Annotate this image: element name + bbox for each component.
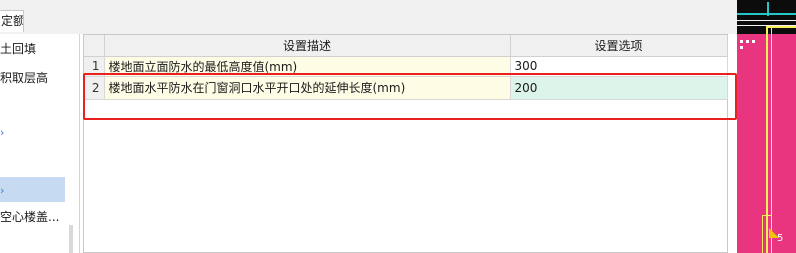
row-index: 2 [84, 76, 105, 100]
cad-dot [740, 46, 743, 49]
header-option: 设置选项 [510, 35, 728, 57]
cad-dot [746, 40, 749, 43]
cad-dot [752, 40, 755, 43]
sidebar-scrollbar[interactable] [69, 225, 73, 253]
row-description: 楼地面水平防水在门窗洞口水平开口处的延伸长度(mm) [104, 76, 511, 100]
tab-quota[interactable]: 定额 [0, 10, 24, 32]
table-row[interactable]: 1 楼地面立面防水的最低高度值(mm) 300 [84, 56, 728, 77]
cad-canvas[interactable]: 5 [737, 0, 796, 253]
sidebar-item-selected[interactable] [0, 177, 65, 202]
cad-yellow-line [762, 215, 772, 216]
row-option-value[interactable]: 300 [510, 56, 728, 77]
sidebar: 土回填 积取层高 › › 空心楼盖... [0, 34, 80, 253]
cad-yellow-line [771, 26, 772, 253]
cad-yellow-line [762, 215, 763, 253]
sidebar-marker-icon: › [0, 126, 5, 139]
cad-yellow-line [766, 26, 768, 253]
sidebar-item-backfill[interactable]: 土回填 [0, 38, 36, 60]
settings-table: 设置描述 设置选项 1 楼地面立面防水的最低高度值(mm) 300 2 楼地面水… [84, 35, 728, 100]
row-option-value[interactable]: 200 [510, 76, 728, 100]
table-row[interactable]: 2 楼地面水平防水在门窗洞口水平开口处的延伸长度(mm) 200 [84, 76, 728, 100]
header-index [84, 35, 105, 57]
row-index: 1 [84, 56, 105, 77]
sidebar-item-hollow-floor[interactable]: 空心楼盖... [0, 206, 59, 228]
cad-white-line [737, 20, 796, 21]
header-description: 设置描述 [104, 35, 511, 57]
tab-strip: 定额 [0, 0, 737, 34]
table-header-row: 设置描述 设置选项 [84, 35, 728, 57]
sidebar-marker-icon: › [0, 184, 5, 197]
cad-dimension-text: 5 [777, 233, 784, 244]
sidebar-item-floor-height[interactable]: 积取层高 [0, 67, 48, 89]
cad-teal-line [767, 2, 769, 16]
settings-grid: 设置描述 设置选项 1 楼地面立面防水的最低高度值(mm) 300 2 楼地面水… [83, 34, 728, 253]
row-description: 楼地面立面防水的最低高度值(mm) [104, 56, 511, 77]
cad-dot [740, 40, 743, 43]
